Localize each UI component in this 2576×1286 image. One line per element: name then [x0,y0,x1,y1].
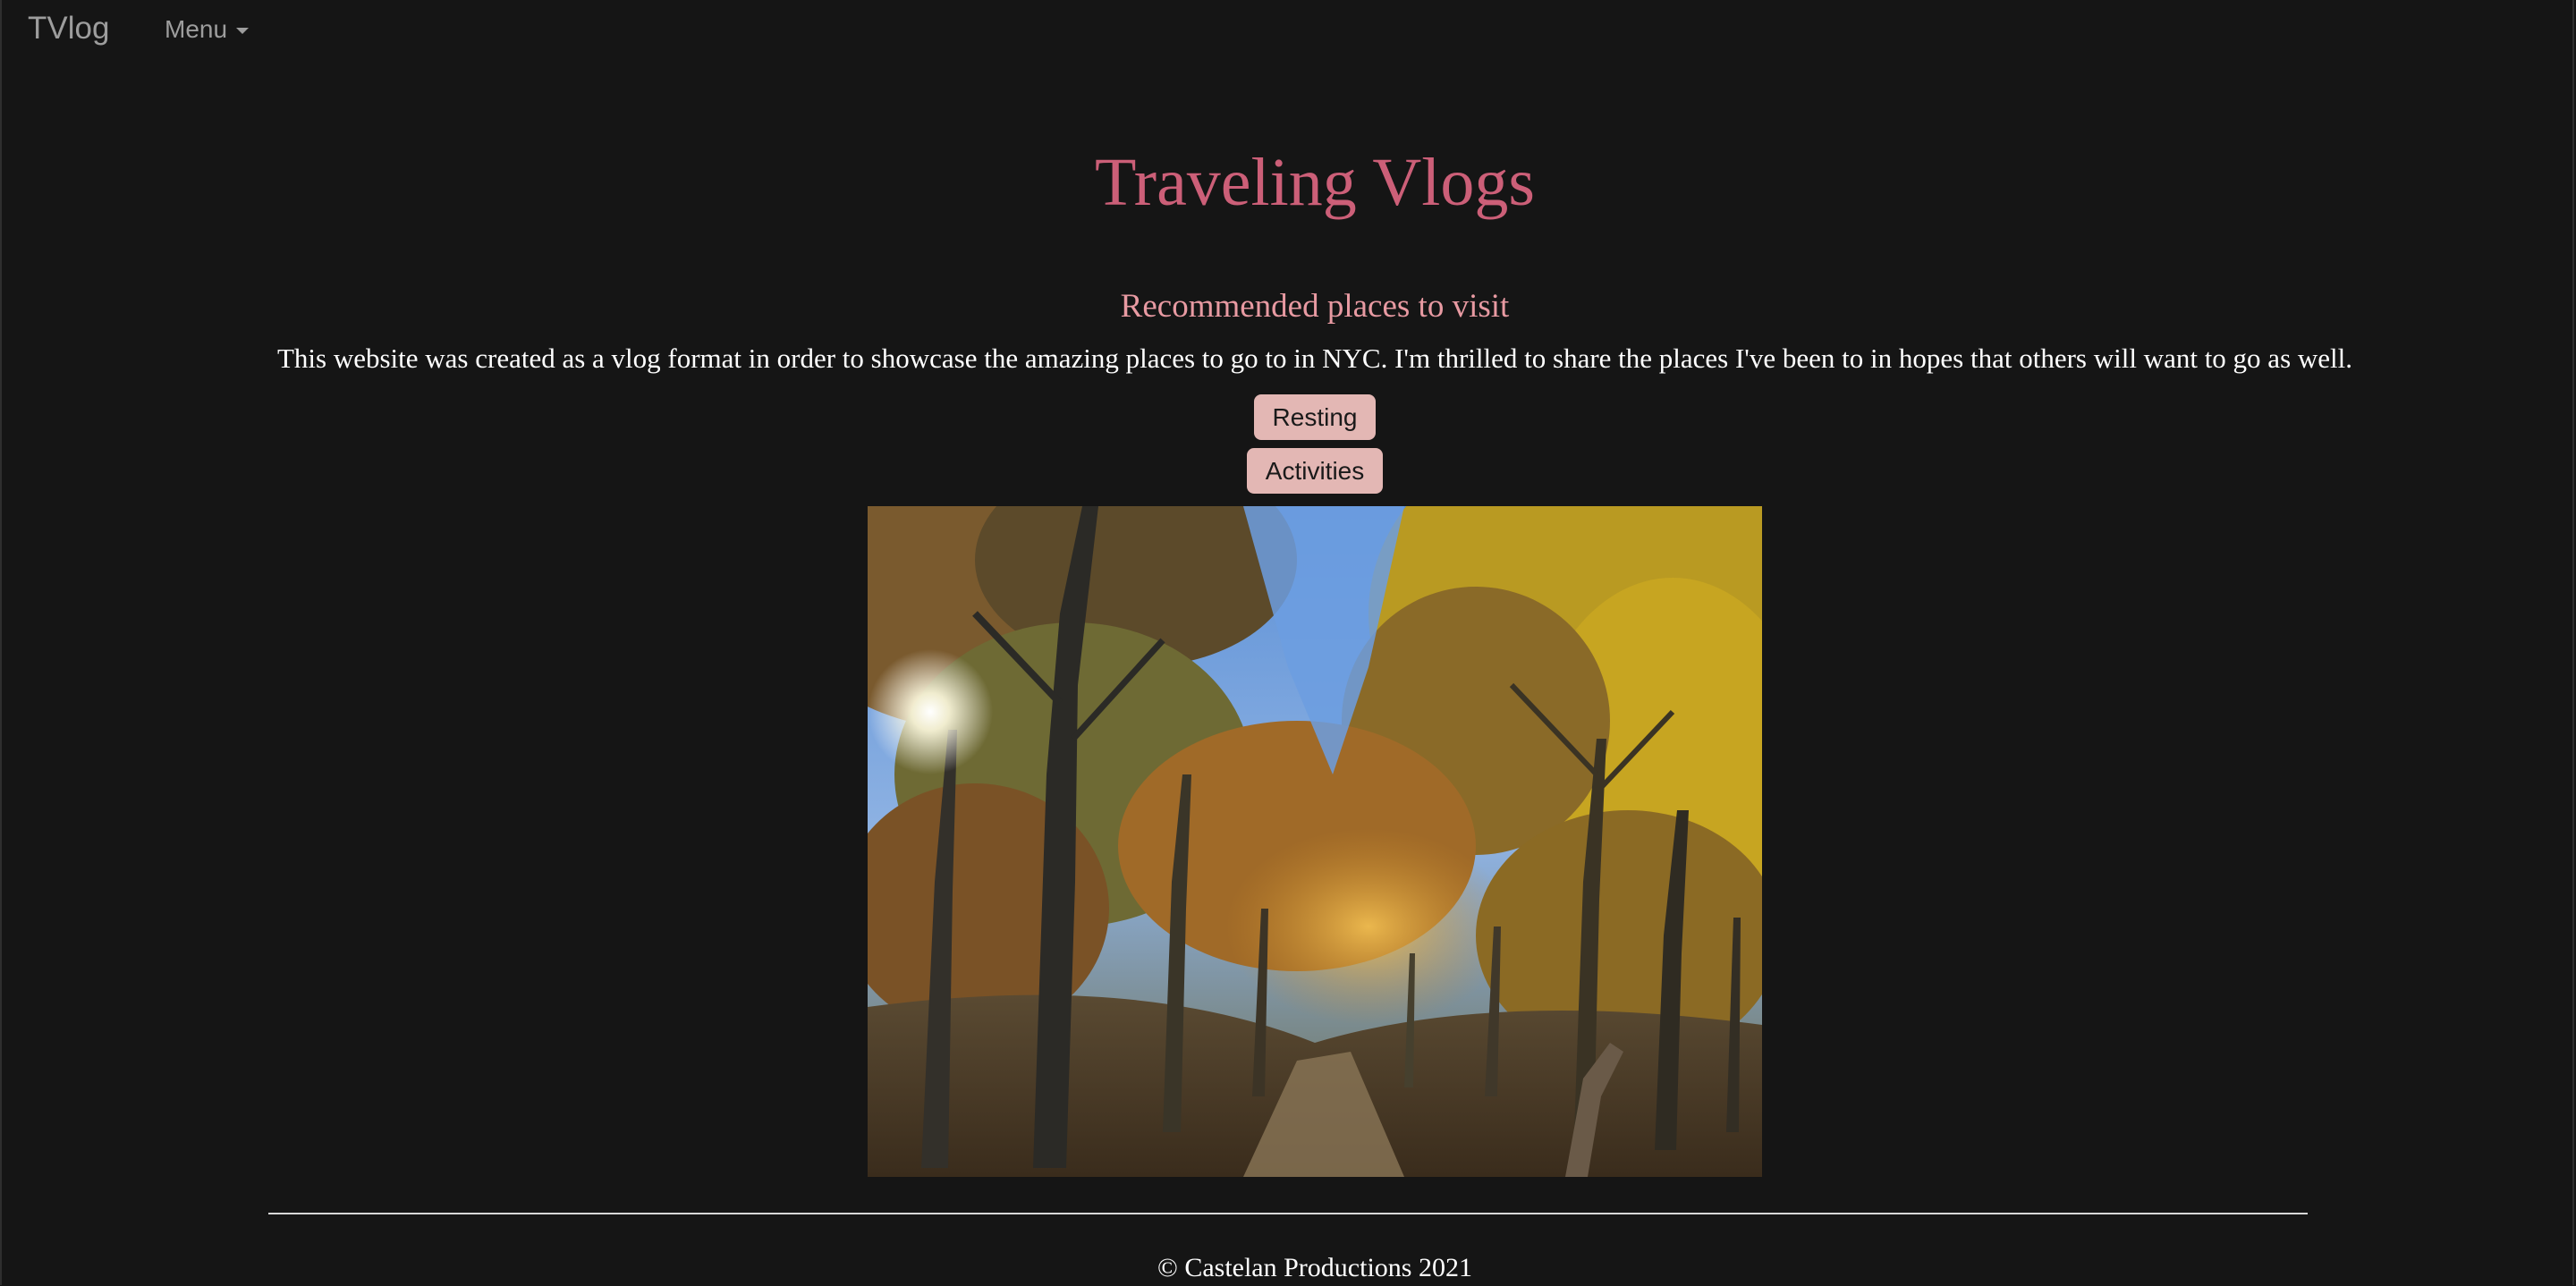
navbar: TVlog Menu [0,0,2576,61]
chevron-down-icon [236,27,250,34]
footer-divider [268,1213,2308,1214]
menu-dropdown[interactable]: Menu [165,13,250,47]
footer-copyright: © Castelan Productions 2021 [1157,1253,1472,1282]
activities-button[interactable]: Activities [1247,448,1383,494]
menu-label: Menu [165,15,228,43]
page-subtitle: Recommended places to visit [1120,288,1510,325]
resting-button[interactable]: Resting [1254,394,1376,440]
page-description: This website was created as a vlog forma… [276,343,2353,374]
forest-trail-photo [868,506,1762,1177]
brand-link[interactable]: TVlog [28,9,109,48]
page-title: Traveling Vlogs [1095,145,1535,220]
